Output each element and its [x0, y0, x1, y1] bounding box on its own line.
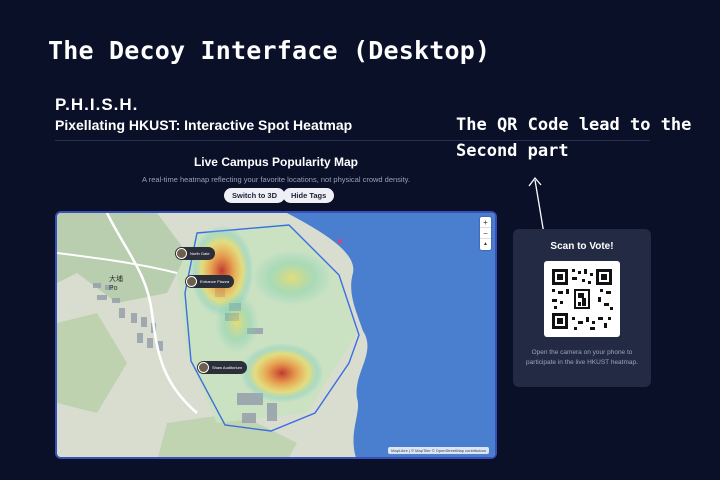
pin-thumbnail — [176, 248, 187, 259]
map-zoom-controls: + − ▲ — [480, 217, 491, 250]
map-attribution[interactable]: MapLibre | © MapTiler © OpenStreetMap co… — [388, 447, 489, 454]
pin-label: North Gate — [190, 251, 210, 256]
hide-tags-button[interactable]: Hide Tags — [283, 188, 335, 203]
compass-button[interactable]: ▲ — [480, 239, 491, 250]
annotation-line-1: The QR Code lead to the — [456, 115, 692, 135]
heatmap-hotspot-south — [240, 343, 324, 403]
heatmap-hotspot-center — [215, 293, 259, 353]
map-place-label: 大埔 Po — [109, 276, 123, 292]
vote-card: Scan to Vote! Open the camera on your ph… — [513, 229, 651, 387]
pin-north-gate[interactable]: North Gate — [175, 247, 215, 260]
vote-instructions: Open the camera on your phone to partici… — [526, 349, 638, 366]
qr-code-graphic — [552, 269, 613, 330]
pin-thumbnail — [198, 362, 209, 373]
pin-label: Shaw Auditorium — [212, 365, 243, 370]
slide-title: The Decoy Interface (Desktop) — [48, 36, 491, 65]
switch-3d-button[interactable]: Switch to 3D — [224, 188, 286, 203]
pin-label: Entrance Piazza — [200, 279, 230, 284]
map-description: A real-time heatmap reflecting your favo… — [142, 175, 410, 184]
pin-shaw-auditorium[interactable]: Shaw Auditorium — [197, 361, 248, 374]
pin-entrance-piazza[interactable]: Entrance Piazza — [185, 275, 235, 288]
qr-code[interactable] — [544, 261, 620, 337]
app-brand: P.H.I.S.H. — [55, 95, 139, 114]
zoom-in-button[interactable]: + — [480, 217, 491, 228]
pin-thumbnail — [186, 276, 197, 287]
zoom-out-button[interactable]: − — [480, 228, 491, 239]
heatmap-map[interactable]: 大埔 Po + − ▲ North Gate Entrance Piazza S… — [55, 211, 497, 459]
heatmap-hotspot-east — [252, 250, 332, 306]
vote-title: Scan to Vote! — [550, 241, 614, 252]
map-title: Live Campus Popularity Map — [193, 155, 359, 169]
app-subtitle: Pixellating HKUST: Interactive Spot Heat… — [55, 117, 353, 133]
map-canvas — [57, 213, 495, 457]
